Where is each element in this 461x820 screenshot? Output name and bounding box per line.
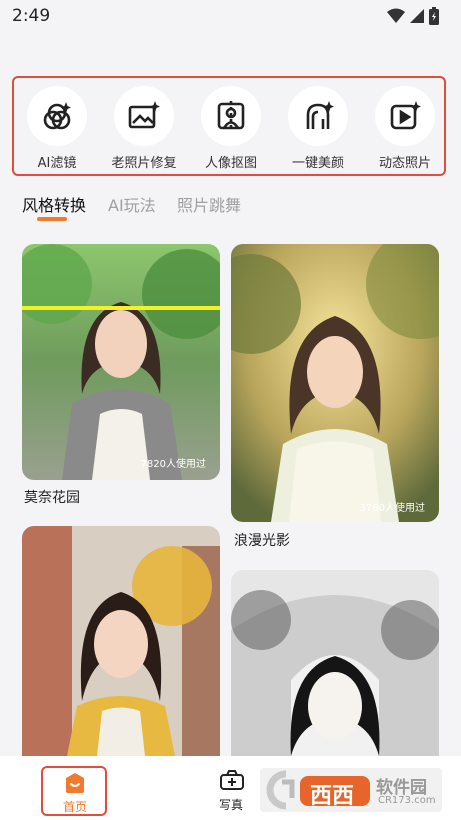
- feature-ai-filter[interactable]: AI滤镜: [17, 86, 97, 171]
- watermark-brand: 西西: [310, 784, 355, 809]
- nav-portrait[interactable]: 写真: [210, 766, 254, 816]
- tab-style-transfer[interactable]: 风格转换: [22, 192, 86, 216]
- style-card-ink[interactable]: [231, 570, 439, 756]
- portrait-cutout-icon: [217, 101, 245, 131]
- tab-indicator: [37, 217, 67, 221]
- card-image: [22, 526, 220, 756]
- nav-home[interactable]: 首页: [41, 766, 107, 816]
- home-icon: [66, 773, 84, 793]
- tab-ai-play[interactable]: AI玩法: [108, 192, 156, 216]
- feature-live-photo[interactable]: 动态照片: [365, 86, 445, 171]
- card-title: 浪漫光影: [234, 533, 290, 549]
- feature-label: AI滤镜: [37, 156, 77, 171]
- status-time: 2:49: [12, 6, 51, 26]
- feature-row: AI滤镜 老照片修复 人像抠图 一键美颜 动态照片: [12, 76, 446, 176]
- signal-icon: [410, 9, 424, 23]
- feature-label: 动态照片: [378, 156, 431, 171]
- usage-count: 3780人使用过: [359, 503, 425, 514]
- battery-icon: [429, 7, 439, 25]
- card-title: 莫奈花园: [24, 490, 80, 506]
- style-card-street[interactable]: [22, 526, 220, 756]
- style-card-garden[interactable]: 7820人使用过: [22, 244, 220, 480]
- ai-filter-icon: [43, 102, 71, 130]
- usage-count: 7820人使用过: [140, 459, 206, 470]
- live-photo-icon: [390, 101, 421, 130]
- card-image: [231, 244, 439, 522]
- feature-portrait-cutout[interactable]: 人像抠图: [191, 86, 271, 171]
- style-card-romantic-light[interactable]: 3780人使用过: [231, 244, 439, 522]
- feature-photo-restore[interactable]: 老照片修复: [104, 86, 184, 171]
- watermark-logo: 西西 软件园 CR173.com: [260, 768, 442, 812]
- nav-label: 写真: [219, 798, 244, 812]
- feature-label: 老照片修复: [111, 156, 177, 171]
- portrait-shoot-icon: [220, 770, 244, 790]
- beauty-icon: [306, 101, 334, 129]
- watermark-url: CR173.com: [378, 795, 436, 806]
- card-image: [22, 244, 220, 480]
- nav-label: 首页: [63, 800, 88, 814]
- feature-beauty[interactable]: 一键美颜: [278, 86, 358, 171]
- photo-restore-icon: [128, 101, 160, 129]
- card-image: [231, 570, 439, 756]
- tab-photo-dance[interactable]: 照片跳舞: [177, 192, 241, 216]
- feature-label: 人像抠图: [204, 156, 257, 171]
- feature-label: 一键美颜: [291, 156, 344, 171]
- status-icons: [387, 7, 439, 25]
- wifi-icon: [387, 8, 405, 23]
- status-bar: 2:49: [0, 0, 461, 32]
